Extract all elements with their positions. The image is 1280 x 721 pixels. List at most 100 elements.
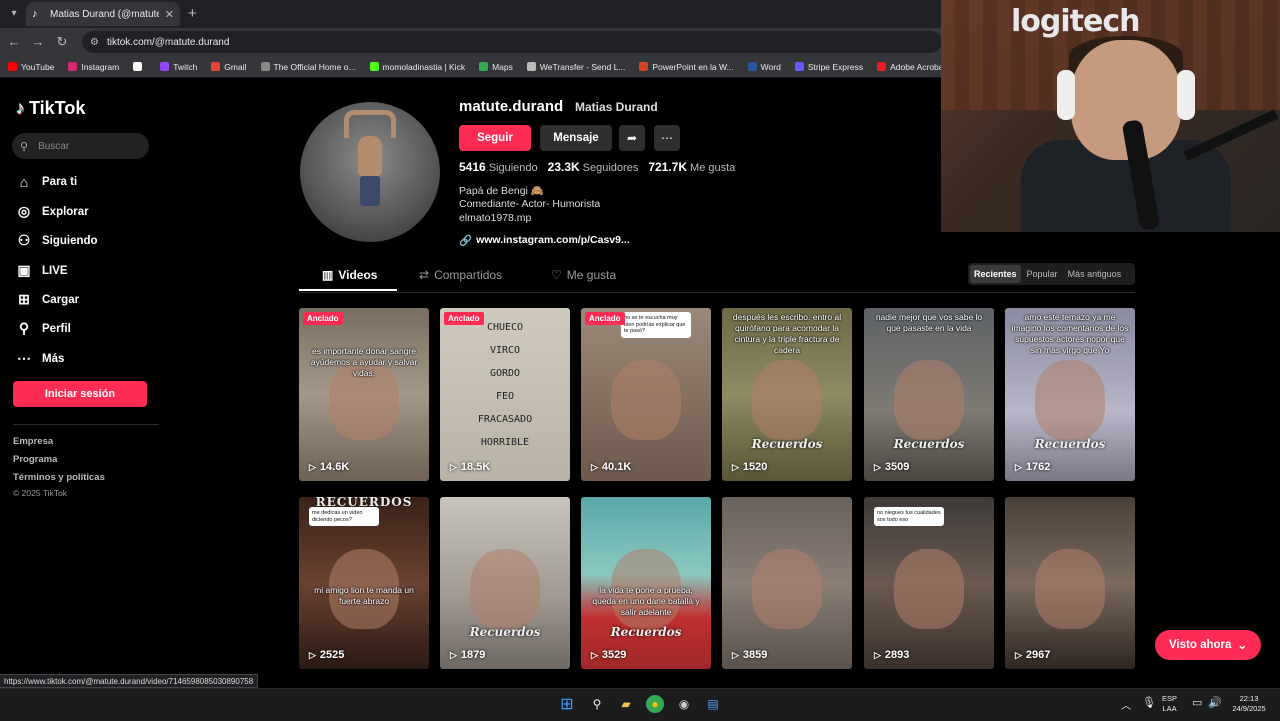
search-icon: ⚲ (20, 140, 29, 153)
bookmark-item[interactable]: Stripe Express (794, 62, 863, 72)
bookmark-item[interactable]: The Official Home o... (260, 62, 356, 72)
bookmark-item[interactable]: Twitch (160, 62, 197, 72)
tab-reposts[interactable]: ⇄ Compartidos (419, 268, 502, 282)
bookmark-item[interactable]: Gmail (211, 62, 247, 72)
bookmark-item[interactable] (133, 62, 146, 71)
reply-comment-bubble: me dedicas un video diciendo pecos? (309, 507, 379, 527)
footer-link-empresa[interactable]: Empresa (13, 436, 53, 447)
video-card[interactable]: ▷ 3859 (722, 497, 852, 669)
bookmark-favicon-icon (8, 62, 17, 71)
video-card[interactable]: después les escribo. entro al quirófano … (722, 308, 852, 481)
sort-option[interactable]: Recientes (970, 265, 1021, 283)
sidebar-item-explorar[interactable]: ◎ Explorar (16, 203, 89, 220)
search-box[interactable]: ⚲ (12, 133, 149, 159)
search-input[interactable] (36, 139, 141, 153)
footer-link-terms[interactable]: Términos y políticas (13, 472, 105, 483)
video-card[interactable]: CHUECO VIRCO GORDO FEO FRACASADO HORRIBLE Ancl… (440, 308, 570, 481)
sidebar-item-para-ti[interactable]: ⌂ Para ti (16, 174, 77, 190)
bookmark-item[interactable]: momoladinastia | Kick (369, 62, 465, 72)
video-views: ▷ 1879 (450, 649, 486, 661)
taskbar-search-icon[interactable]: ⚲ (588, 695, 606, 713)
tray-chevron-up-icon[interactable]: ︿ (1121, 697, 1131, 712)
sidebar-item-siguiendo[interactable]: ⚇ Siguiendo (16, 232, 98, 249)
file-explorer-icon[interactable]: ▰ (617, 695, 635, 713)
bookmark-item[interactable]: Instagram (68, 62, 119, 72)
recuerdos-stamp: Recuerdos (610, 625, 682, 639)
play-icon: ▷ (450, 649, 457, 660)
more-options-icon[interactable]: ⋯ (654, 125, 680, 151)
bookmark-item[interactable]: Adobe Acrobat (877, 62, 946, 72)
microphone-icon[interactable]: 🎙 (1142, 696, 1156, 709)
video-card[interactable]: RECUERDOS me dedicas un video diciendo pe… (299, 497, 429, 669)
board-word: FRACASADO (477, 414, 533, 425)
video-views: ▷ 2967 (1015, 649, 1051, 661)
volume-icon[interactable]: 🔊 (1208, 696, 1222, 709)
sidebar-item-más[interactable]: ⋯ Más (16, 350, 64, 367)
sidebar-item-live[interactable]: ▣ LIVE (16, 262, 67, 279)
bookmark-item[interactable]: Word (747, 62, 781, 72)
tab-search-icon[interactable]: ▾ (6, 6, 22, 22)
obs-icon[interactable]: ◉ (675, 695, 693, 713)
bookmark-favicon-icon (639, 62, 649, 71)
sort-option[interactable]: Popular (1023, 265, 1062, 283)
video-caption: nadie mejor que vos sabe lo que pasaste … (875, 312, 983, 334)
input-language[interactable]: ESP LAA (1162, 694, 1177, 714)
forward-icon[interactable]: → (30, 34, 46, 49)
clock[interactable]: 22:13 24/9/2025 (1226, 694, 1272, 714)
play-icon: ▷ (874, 461, 881, 472)
bookmark-favicon-icon (260, 62, 270, 71)
message-button[interactable]: Mensaje (540, 125, 612, 151)
network-icon[interactable]: ▭ (1192, 696, 1202, 709)
profile-username: matute.durand (459, 98, 564, 115)
video-views: ▷ 3529 (591, 649, 627, 661)
video-card[interactable]: Anclado es importante donar sangre ayúdem… (299, 308, 429, 481)
bookmark-favicon-icon (526, 62, 536, 71)
video-card[interactable]: nadie mejor que vos sabe lo que pasaste … (864, 308, 994, 481)
video-card[interactable]: la vida te pone a prueba, queda en uno d… (581, 497, 711, 669)
share-icon[interactable]: ➦ (619, 125, 645, 151)
profile-display-name: Matias Durand (575, 100, 658, 114)
reload-icon[interactable]: ↻ (54, 34, 70, 50)
windows-start-icon[interactable]: ⊞ (558, 695, 576, 713)
video-views: ▷ 1762 (1015, 461, 1051, 473)
profile-avatar (300, 102, 440, 242)
video-card[interactable]: no se te escucha muy bien podrías explic… (581, 308, 711, 481)
back-icon[interactable]: ← (6, 34, 22, 49)
bookmark-item[interactable]: WeTransfer - Send L... (526, 62, 625, 72)
recuerdos-stamp: Recuerdos (469, 625, 541, 639)
video-card[interactable]: Recuerdos ▷ 1879 (440, 497, 570, 669)
new-tab-icon[interactable]: + (188, 5, 197, 22)
sort-toggle: Recientes Popular Más antiguos (968, 263, 1135, 285)
recuerdos-stamp: Recuerdos (751, 437, 823, 451)
video-card[interactable]: ▷ 2967 (1005, 497, 1135, 669)
stat-followers[interactable]: 23.3K Seguidores (548, 160, 639, 174)
video-card[interactable]: amo este temazo ya me imagino los coment… (1005, 308, 1135, 481)
sidebar-item-perfil[interactable]: ⚲ Perfil (16, 320, 71, 337)
tab-videos[interactable]: ▥ Videos (322, 268, 377, 282)
bookmark-favicon-icon (877, 62, 887, 71)
tab-liked[interactable]: ♡ Me gusta (551, 268, 616, 282)
sort-option[interactable]: Más antiguos (1064, 265, 1126, 283)
sidebar-item-cargar[interactable]: ⊞ Cargar (16, 291, 79, 308)
video-card[interactable]: no niegues tus cualidades sos todo eso ▷ 2… (864, 497, 994, 669)
bio-line: elmato1978.mp (459, 212, 532, 224)
bookmark-item[interactable]: YouTube (8, 62, 54, 72)
bookmark-item[interactable]: Maps (479, 62, 513, 72)
chrome-icon[interactable]: ● (646, 695, 664, 713)
watched-now-button[interactable]: Visto ahora ⌄ (1155, 630, 1261, 660)
link-icon: 🔗 (459, 235, 473, 247)
tiktok-logo[interactable]: ♪ TikTok (16, 98, 85, 119)
close-tab-icon[interactable]: ✕ (165, 8, 174, 21)
login-button[interactable]: Iniciar sesión (13, 381, 147, 407)
address-bar[interactable]: ⚙ tiktok.com/@matute.durand (82, 31, 942, 53)
bookmark-item[interactable]: PowerPoint en la W... (639, 62, 734, 72)
site-info-icon[interactable]: ⚙ (90, 37, 99, 48)
follow-button[interactable]: Seguir (459, 125, 531, 151)
browser-tab[interactable]: ♪ Matias Durand (@matute.dura ✕ (26, 2, 180, 26)
video-views: ▷ 2525 (309, 649, 345, 661)
stat-following[interactable]: 5416 Siguiendo (459, 160, 538, 174)
profile-icon: ⚲ (18, 320, 30, 336)
notepad-icon[interactable]: ▤ (704, 695, 722, 713)
footer-link-programa[interactable]: Programa (13, 454, 57, 465)
profile-link[interactable]: 🔗 www.instagram.com/p/Casv9... (459, 234, 630, 247)
